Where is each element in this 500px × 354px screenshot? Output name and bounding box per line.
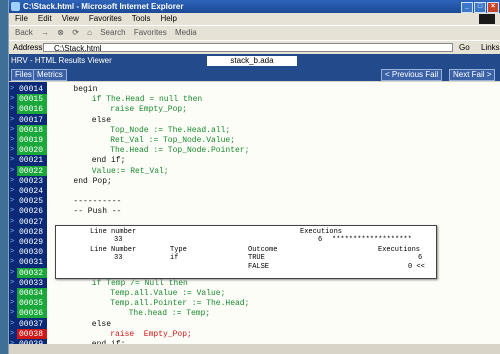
refresh-icon[interactable]: ⟳ — [72, 28, 79, 37]
menu-edit[interactable]: Edit — [38, 14, 52, 23]
forward-icon[interactable]: → — [41, 28, 49, 37]
previous-fail-button[interactable]: < Previous Fail — [381, 69, 443, 81]
menu-bar: File Edit View Favorites Tools Help — [9, 13, 500, 25]
popup-row1-outcome: TRUE — [248, 254, 265, 262]
line-number: 00028 — [19, 227, 44, 237]
popup-executions-col: Executions — [378, 246, 421, 254]
popup-executions-header: Executions — [300, 228, 343, 236]
media-button[interactable]: Media — [175, 28, 197, 37]
go-button[interactable]: Go — [459, 41, 470, 54]
favorites-button[interactable]: Favorites — [134, 28, 167, 37]
browser-window: C:\Stack.html - Microsoft Internet Explo… — [8, 0, 500, 354]
menu-favorites[interactable]: Favorites — [89, 14, 122, 23]
file-tab[interactable]: stack_b.ada — [207, 56, 297, 66]
line-number: 00014 — [19, 85, 44, 94]
line-number: 00027 — [19, 217, 44, 227]
menu-view[interactable]: View — [62, 14, 79, 23]
popup-row-type: if — [170, 254, 179, 262]
line-number: 00016 — [17, 104, 47, 115]
status-bar — [9, 344, 500, 354]
menu-help[interactable]: Help — [160, 14, 176, 23]
line-number: 00020 — [17, 145, 47, 156]
popup-outcome-col: Outcome — [248, 246, 278, 254]
line-number: 00031 — [19, 258, 44, 268]
windows-logo-icon — [479, 14, 495, 24]
popup-row2-exec: 0 << — [408, 263, 425, 271]
line-number: 00025 — [19, 197, 44, 207]
line-number: 00036 — [17, 308, 47, 319]
window-title: C:\Stack.html - Microsoft Internet Explo… — [23, 2, 184, 11]
viewer-nav: Files Metrics < Previous Fail Next Fail … — [9, 68, 500, 81]
links-button[interactable]: Links — [481, 41, 500, 54]
popup-row1-exec: 6 — [418, 254, 423, 262]
popup-line-number-col: Line Number — [90, 246, 137, 254]
popup-row2-outcome: FALSE — [248, 263, 270, 271]
metrics-button[interactable]: Metrics — [33, 69, 67, 81]
line-number: 00026 — [19, 207, 44, 217]
close-button[interactable]: × — [487, 2, 499, 13]
line-number: 00030 — [19, 248, 44, 258]
address-label: Address — [13, 43, 43, 52]
line-number: 00038 — [17, 328, 47, 339]
next-fail-button[interactable]: Next Fail > — [449, 69, 496, 81]
menu-file[interactable]: File — [15, 14, 28, 23]
back-button[interactable]: Back — [15, 28, 33, 37]
viewer-header: HRV - HTML Results Viewer stack_b.ada — [9, 54, 500, 68]
line-number: 00033 — [19, 278, 44, 288]
stop-icon[interactable]: ⊗ — [57, 28, 64, 37]
line-number: 00019 — [17, 135, 47, 145]
line-number: 00037 — [19, 319, 44, 329]
popup-line-value: 33 — [114, 236, 123, 244]
code-view: >00014 begin >00015 if The.Head = null then… — [9, 82, 500, 354]
coverage-popup: Line number Executions 33 6 ************… — [55, 225, 437, 279]
popup-line-number-header: Line number — [90, 228, 137, 236]
address-bar: Address C:\Stack.html Go Links — [9, 40, 500, 54]
line-number: 00024 — [19, 187, 44, 196]
home-icon[interactable]: ⌂ — [87, 28, 92, 37]
popup-executions-value: 6 — [318, 236, 323, 244]
popup-type-col: Type — [170, 246, 187, 254]
menu-tools[interactable]: Tools — [132, 14, 151, 23]
line-number: 00015 — [17, 94, 47, 105]
line-number: 00035 — [17, 298, 47, 309]
minimize-button[interactable]: _ — [461, 2, 473, 13]
maximize-button[interactable]: □ — [474, 2, 486, 13]
line-number: 00029 — [19, 238, 44, 247]
title-bar: C:\Stack.html - Microsoft Internet Explo… — [9, 0, 500, 13]
address-input[interactable]: C:\Stack.html — [43, 43, 453, 53]
search-button[interactable]: Search — [100, 28, 125, 37]
popup-execution-bar: ******************* — [332, 236, 412, 244]
line-number: 00021 — [19, 156, 44, 166]
line-number: 00022 — [17, 165, 47, 176]
line-number: 00032 — [17, 267, 47, 278]
line-number: 00023 — [19, 176, 44, 186]
line-number: 00017 — [19, 115, 44, 125]
toolbar: Back → ⊗ ⟳ ⌂ Search Favorites Media — [9, 25, 500, 40]
line-number: 00034 — [17, 288, 47, 298]
line-number: 00018 — [17, 124, 47, 135]
popup-row-line: 33 — [114, 254, 123, 262]
ie-icon — [11, 2, 20, 11]
viewer-title: HRV - HTML Results Viewer — [11, 56, 112, 65]
